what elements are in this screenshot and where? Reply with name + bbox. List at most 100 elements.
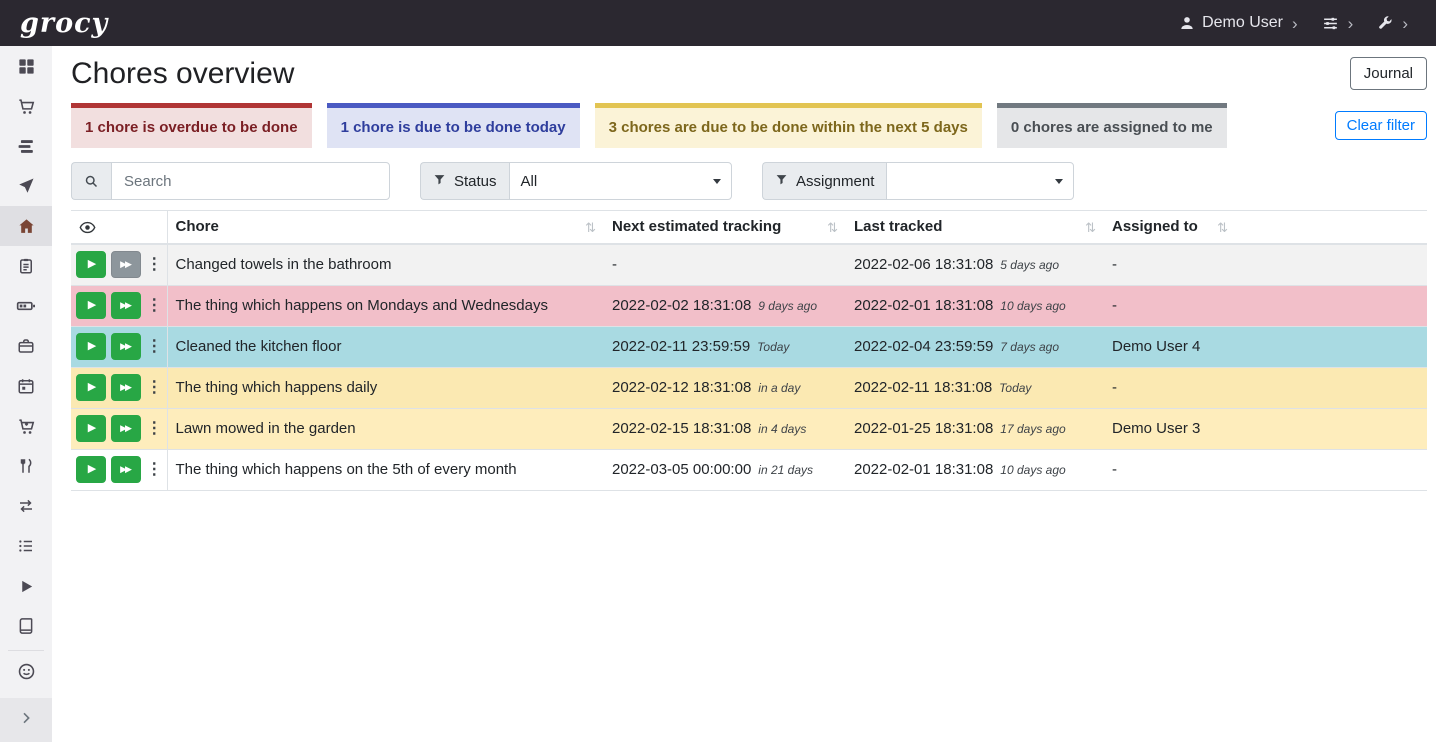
next-tracking-cell: 2022-02-02 18:31:089 days ago — [604, 285, 846, 326]
sidebar-item-dashboard[interactable] — [0, 46, 52, 86]
next-tracking-cell: 2022-02-15 18:31:08in 4 days — [604, 408, 846, 449]
assignment-filter-label: Assignment — [762, 162, 886, 200]
cart-plus-icon — [17, 417, 36, 436]
track-chore-button[interactable]: ▶ — [76, 374, 106, 401]
status-filter-group: Status All — [420, 162, 732, 200]
dashboard-icon — [17, 57, 36, 76]
banner-assigned-to-me[interactable]: 0 chores are assigned to me — [997, 103, 1227, 148]
row-menu-button[interactable]: ⋮ — [146, 374, 163, 401]
filter-icon — [433, 173, 446, 190]
search-group — [71, 162, 390, 200]
column-visibility-header[interactable] — [71, 211, 167, 245]
assigned-to-cell: - — [1104, 244, 1236, 285]
user-menu[interactable]: Demo User › — [1179, 14, 1298, 32]
sidebar-expand-toggle[interactable] — [0, 698, 52, 742]
sidebar-item-purchase[interactable] — [0, 406, 52, 446]
sidebar-item-userentities[interactable] — [0, 651, 52, 691]
sidebar-item-transfer[interactable] — [0, 486, 52, 526]
track-chore-button[interactable]: ▶ — [76, 251, 106, 278]
status-select[interactable]: All — [509, 162, 732, 200]
app-logo[interactable]: grocy — [20, 8, 108, 39]
sidebar-item-chore-tracking[interactable] — [0, 566, 52, 606]
header-last-tracked[interactable]: Last tracked⇅ — [846, 211, 1104, 245]
table-row: ▶ ▶▶ ⋮ Lawn mowed in the garden 2022-02-… — [71, 408, 1427, 449]
assignment-select[interactable] — [886, 162, 1074, 200]
row-menu-button[interactable]: ⋮ — [146, 456, 163, 483]
row-menu-button[interactable]: ⋮ — [146, 415, 163, 442]
main-content: Chores overview Journal 1 chore is overd… — [52, 46, 1436, 742]
sliders-icon — [1322, 15, 1339, 32]
track-chore-button[interactable]: ▶ — [76, 333, 106, 360]
assigned-to-cell: - — [1104, 285, 1236, 326]
sidebar-item-stream[interactable] — [0, 126, 52, 166]
smiley-icon — [17, 662, 36, 681]
clear-filter-button[interactable]: Clear filter — [1335, 111, 1427, 140]
skip-chore-button[interactable]: ▶▶ — [111, 415, 141, 442]
sidebar-item-inventory[interactable] — [0, 526, 52, 566]
header-filler — [1236, 211, 1427, 245]
sidebar-item-meal-plan[interactable] — [0, 166, 52, 206]
sort-icon: ⇅ — [1217, 220, 1228, 236]
chore-name: The thing which happens on Mondays and W… — [167, 285, 604, 326]
filter-icon — [775, 173, 788, 190]
sidebar-item-tasks[interactable] — [0, 246, 52, 286]
list-icon — [17, 537, 35, 555]
track-chore-button[interactable]: ▶ — [76, 292, 106, 319]
table-row: ▶ ▶▶ ⋮ The thing which happens on Monday… — [71, 285, 1427, 326]
home-icon — [17, 217, 36, 236]
sidebar-item-consume[interactable] — [0, 446, 52, 486]
track-chore-button[interactable]: ▶ — [76, 456, 106, 483]
search-icon — [84, 174, 99, 189]
play-icon — [18, 578, 35, 595]
journal-button[interactable]: Journal — [1350, 57, 1427, 90]
row-menu-button[interactable]: ⋮ — [146, 333, 163, 360]
chore-name: The thing which happens daily — [167, 367, 604, 408]
utensils-icon — [17, 457, 35, 475]
admin-menu[interactable]: › — [1377, 15, 1408, 32]
sidebar-item-equipment[interactable] — [0, 326, 52, 366]
skip-chore-button[interactable]: ▶▶ — [111, 456, 141, 483]
settings-menu[interactable]: › — [1322, 15, 1354, 32]
filter-row: Status All Assignment — [71, 162, 1427, 200]
last-tracked-cell: 2022-01-25 18:31:0817 days ago — [846, 408, 1104, 449]
header-next-tracking[interactable]: Next estimated tracking⇅ — [604, 211, 846, 245]
chevron-right-icon: › — [1400, 15, 1408, 32]
shopping-cart-icon — [17, 97, 36, 116]
next-tracking-cell: - — [604, 244, 846, 285]
book-icon — [17, 617, 35, 635]
skip-chore-button[interactable]: ▶▶ — [111, 333, 141, 360]
header-chore[interactable]: Chore⇅ — [167, 211, 604, 245]
banner-overdue[interactable]: 1 chore is overdue to be done — [71, 103, 312, 148]
sidebar-item-chores[interactable] — [0, 206, 52, 246]
next-tracking-cell: 2022-02-11 23:59:59Today — [604, 326, 846, 367]
row-menu-button[interactable]: ⋮ — [146, 251, 163, 278]
sort-icon: ⇅ — [585, 220, 596, 236]
status-banners: 1 chore is overdue to be done 1 chore is… — [71, 103, 1427, 148]
track-chore-button[interactable]: ▶ — [76, 415, 106, 442]
topbar-menu: Demo User › › › — [1179, 14, 1408, 32]
header-assigned-to[interactable]: Assigned to⇅ — [1104, 211, 1236, 245]
next-tracking-cell: 2022-02-12 18:31:08in a day — [604, 367, 846, 408]
table-row: ▶ ▶▶ ⋮ The thing which happens on the 5t… — [71, 449, 1427, 490]
page-title: Chores overview — [71, 57, 294, 91]
sort-icon: ⇅ — [1085, 220, 1096, 236]
skip-chore-button[interactable]: ▶▶ — [111, 292, 141, 319]
sidebar-item-recipes[interactable] — [0, 606, 52, 646]
search-input[interactable] — [111, 162, 390, 200]
sidebar-item-calendar[interactable] — [0, 366, 52, 406]
sidebar-item-batteries[interactable] — [0, 286, 52, 326]
banner-due-soon[interactable]: 3 chores are due to be done within the n… — [595, 103, 982, 148]
chore-name: The thing which happens on the 5th of ev… — [167, 449, 604, 490]
banner-due-today[interactable]: 1 chore is due to be done today — [327, 103, 580, 148]
sidebar-item-shopping-list[interactable] — [0, 86, 52, 126]
row-menu-button[interactable]: ⋮ — [146, 292, 163, 319]
last-tracked-cell: 2022-02-06 18:31:085 days ago — [846, 244, 1104, 285]
skip-chore-button[interactable]: ▶▶ — [111, 374, 141, 401]
status-filter-label: Status — [420, 162, 509, 200]
sidebar-spacer — [0, 691, 52, 698]
last-tracked-cell: 2022-02-04 23:59:597 days ago — [846, 326, 1104, 367]
assigned-to-cell: Demo User 3 — [1104, 408, 1236, 449]
stream-icon — [17, 137, 36, 156]
user-menu-label: Demo User — [1202, 14, 1283, 32]
status-select-value: All — [521, 173, 538, 190]
